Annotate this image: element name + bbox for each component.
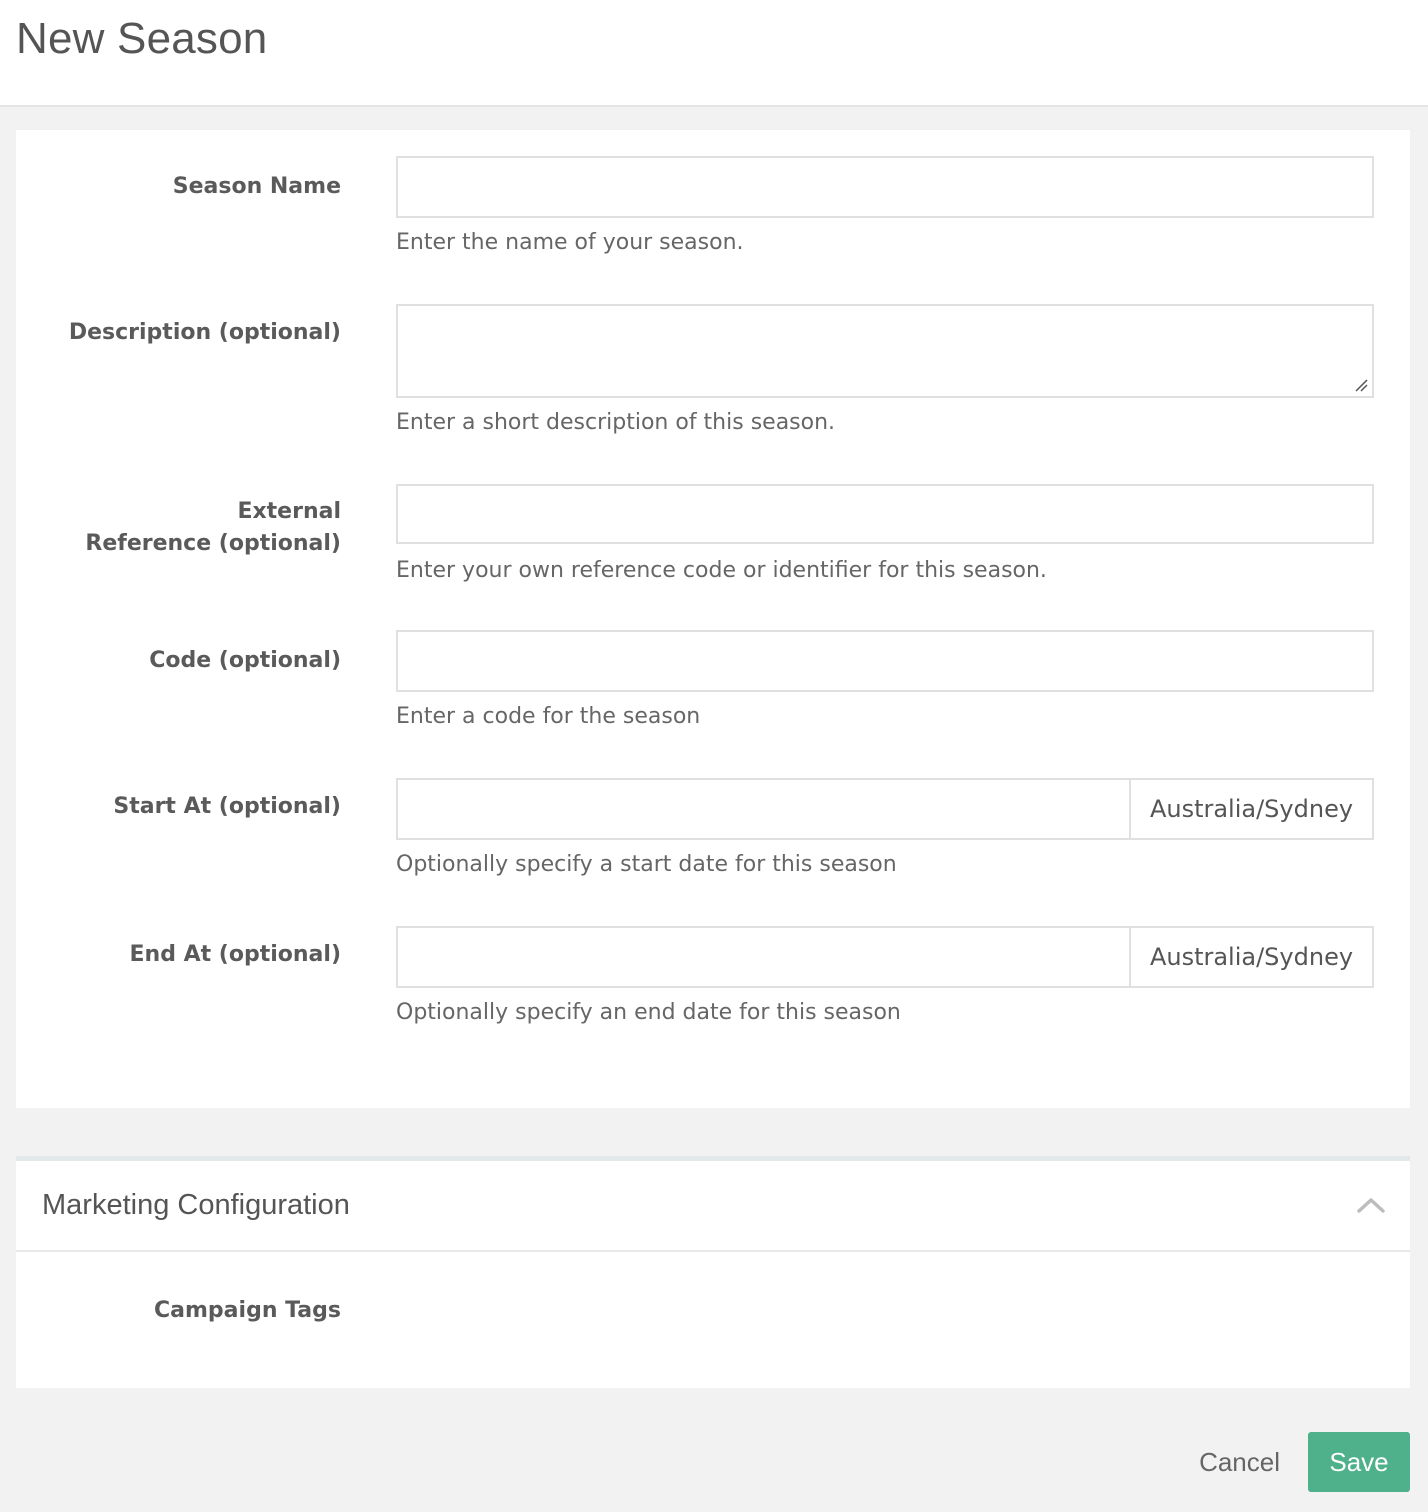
end-at-label: End At (optional) [129,942,342,967]
external-reference-row: External Reference (optional) Enter your… [16,484,1410,594]
season-name-row: Season Name Enter the name of your seaso… [16,156,1410,266]
code-input[interactable] [396,630,1374,692]
end-at-row: End At (optional) Australia/Sydney Optio… [16,926,1410,1036]
description-row: Description (optional) Enter a short des… [16,304,1410,444]
code-help: Enter a code for the season [396,704,701,729]
external-reference-help: Enter your own reference code or identif… [396,558,1047,583]
cancel-button[interactable]: Cancel [1199,1432,1280,1492]
description-textarea[interactable] [396,304,1374,398]
external-reference-label: External Reference (optional) [11,496,341,560]
end-at-help: Optionally specify an end date for this … [396,1000,901,1025]
end-at-input[interactable]: Australia/Sydney [396,926,1374,988]
start-at-timezone: Australia/Sydney [1129,780,1372,838]
season-name-input[interactable] [396,156,1374,218]
start-at-input[interactable]: Australia/Sydney [396,778,1374,840]
marketing-configuration-panel: Marketing Configuration Campaign Tags [16,1156,1410,1388]
external-reference-label-line2: Reference (optional) [85,531,341,556]
end-at-timezone: Australia/Sydney [1129,928,1372,986]
description-help: Enter a short description of this season… [396,410,836,435]
page-header: New Season [0,0,1428,107]
code-label: Code (optional) [149,648,341,673]
season-form-panel: Season Name Enter the name of your seaso… [16,130,1410,1108]
start-at-help: Optionally specify a start date for this… [396,852,897,877]
description-label: Description (optional) [68,320,341,345]
start-at-row: Start At (optional) Australia/Sydney Opt… [16,778,1410,888]
start-at-label: Start At (optional) [113,794,341,819]
external-reference-label-line1: External [237,499,341,524]
marketing-configuration-header[interactable]: Marketing Configuration [16,1161,1410,1252]
resize-grip-icon[interactable] [1354,378,1368,392]
season-name-help: Enter the name of your season. [396,230,744,255]
code-row: Code (optional) Enter a code for the sea… [16,630,1410,740]
save-button[interactable]: Save [1308,1432,1410,1492]
season-name-label: Season Name [172,174,341,199]
page-title: New Season [16,14,268,63]
chevron-up-icon[interactable] [1356,1195,1386,1215]
campaign-tags-label: Campaign Tags [154,1298,341,1323]
external-reference-input[interactable] [396,484,1374,544]
marketing-configuration-title: Marketing Configuration [42,1189,350,1221]
